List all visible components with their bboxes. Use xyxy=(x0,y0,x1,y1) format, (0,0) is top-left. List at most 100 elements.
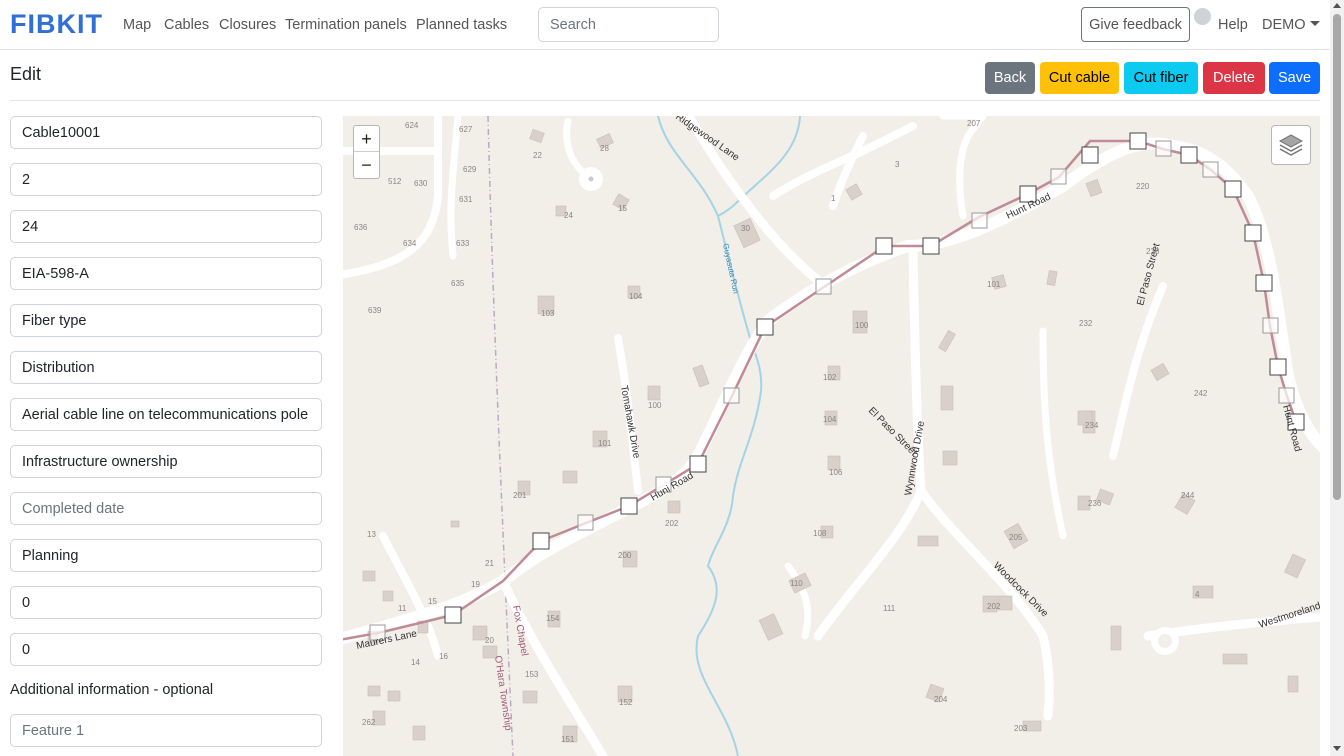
svg-text:28: 28 xyxy=(600,144,609,153)
numeric-field-2[interactable] xyxy=(10,633,322,666)
svg-text:20: 20 xyxy=(485,636,494,645)
svg-text:111: 111 xyxy=(883,604,896,613)
cable-name-field[interactable] xyxy=(10,116,322,149)
cable-category-field[interactable] xyxy=(10,351,322,384)
svg-text:19: 19 xyxy=(471,580,480,589)
svg-text:262: 262 xyxy=(362,718,376,727)
svg-text:232: 232 xyxy=(1079,319,1093,328)
svg-text:100: 100 xyxy=(855,321,869,330)
nav-link-map[interactable]: Map xyxy=(123,17,151,33)
svg-text:201: 201 xyxy=(513,491,527,500)
scroll-down-arrow-icon[interactable] xyxy=(1333,746,1341,751)
avatar[interactable] xyxy=(1194,8,1211,25)
cable-vertex-handles[interactable] xyxy=(444,132,1305,624)
cable-midpoint-handles[interactable] xyxy=(369,140,1295,641)
nav-link-cables[interactable]: Cables xyxy=(164,17,209,33)
svg-text:207: 207 xyxy=(967,119,981,128)
give-feedback-button[interactable]: Give feedback xyxy=(1081,7,1190,42)
svg-text:15: 15 xyxy=(428,597,437,606)
layers-icon xyxy=(1278,134,1304,156)
svg-text:236: 236 xyxy=(1088,499,1102,508)
ownership-field[interactable] xyxy=(10,445,322,478)
svg-text:21: 21 xyxy=(485,559,494,568)
water-label-guyasuta-run: Guyasuta Run xyxy=(721,243,740,295)
svg-text:16: 16 xyxy=(439,652,448,661)
svg-text:154: 154 xyxy=(546,614,560,623)
back-button[interactable]: Back xyxy=(985,62,1035,94)
svg-text:4: 4 xyxy=(1195,590,1200,599)
svg-text:242: 242 xyxy=(1194,389,1208,398)
svg-text:101: 101 xyxy=(598,439,612,448)
field-2[interactable] xyxy=(10,163,322,196)
nav-link-termination-panels[interactable]: Termination panels xyxy=(285,17,407,33)
svg-text:202: 202 xyxy=(665,519,679,528)
color-standard-field[interactable] xyxy=(10,257,322,290)
feature-1-field[interactable] xyxy=(10,714,322,747)
save-button[interactable]: Save xyxy=(1269,62,1320,94)
additional-info-label: Additional information - optional xyxy=(10,682,214,698)
installation-type-field[interactable] xyxy=(10,398,322,431)
road-network xyxy=(343,116,1320,756)
cut-cable-button[interactable]: Cut cable xyxy=(1040,62,1119,94)
svg-text:234: 234 xyxy=(1085,421,1099,430)
svg-text:11: 11 xyxy=(398,604,407,613)
map-view[interactable]: Hunt Road Huni Road Tomahawk Drive El Pa… xyxy=(343,116,1320,756)
map-canvas[interactable]: Hunt Road Huni Road Tomahawk Drive El Pa… xyxy=(343,116,1320,756)
svg-text:204: 204 xyxy=(934,695,948,704)
status-field[interactable] xyxy=(10,539,322,572)
caret-down-icon xyxy=(1309,21,1320,26)
brand-logo[interactable]: FIBKIT xyxy=(10,9,103,40)
fiber-type-field[interactable] xyxy=(10,304,322,337)
svg-text:631: 631 xyxy=(459,195,473,204)
svg-text:30: 30 xyxy=(741,224,750,233)
delete-button[interactable]: Delete xyxy=(1203,62,1265,94)
svg-text:153: 153 xyxy=(525,670,539,679)
svg-text:624: 624 xyxy=(405,121,419,130)
svg-text:203: 203 xyxy=(1014,724,1028,733)
page-scrollbar[interactable] xyxy=(1330,0,1344,756)
svg-text:1: 1 xyxy=(831,194,836,203)
svg-text:627: 627 xyxy=(459,125,473,134)
top-navbar: FIBKIT Map Cables Closures Termination p… xyxy=(0,0,1330,50)
svg-text:205: 205 xyxy=(1009,533,1023,542)
svg-text:230: 230 xyxy=(1146,247,1160,256)
page-title: Edit xyxy=(10,64,42,84)
cul-de-sac-island xyxy=(1158,634,1172,648)
svg-text:151: 151 xyxy=(561,735,575,744)
layers-button[interactable] xyxy=(1271,125,1311,165)
fiber-count-field[interactable] xyxy=(10,210,322,243)
scroll-up-arrow-icon[interactable] xyxy=(1333,3,1341,8)
svg-text:106: 106 xyxy=(829,468,843,477)
cul-de-sac-center xyxy=(588,176,594,182)
svg-text:200: 200 xyxy=(618,551,632,560)
user-menu[interactable]: DEMO xyxy=(1262,17,1320,33)
zoom-out-button[interactable]: − xyxy=(354,152,379,178)
svg-text:13: 13 xyxy=(367,530,376,539)
help-link[interactable]: Help xyxy=(1218,17,1248,33)
nav-link-closures[interactable]: Closures xyxy=(219,17,276,33)
scrollbar-thumb[interactable] xyxy=(1333,14,1341,500)
svg-text:202: 202 xyxy=(987,602,1001,611)
search-input[interactable] xyxy=(538,7,719,42)
svg-text:100: 100 xyxy=(648,401,662,410)
completed-date-field[interactable] xyxy=(10,492,322,525)
cut-fiber-button[interactable]: Cut fiber xyxy=(1124,62,1198,94)
svg-text:24: 24 xyxy=(564,211,573,220)
svg-text:108: 108 xyxy=(813,529,827,538)
svg-text:630: 630 xyxy=(414,179,428,188)
svg-text:22: 22 xyxy=(533,151,542,160)
svg-text:220: 220 xyxy=(1136,182,1150,191)
zoom-in-button[interactable]: + xyxy=(354,126,379,152)
svg-text:512: 512 xyxy=(388,177,402,186)
svg-text:634: 634 xyxy=(403,239,417,248)
street-label-tomahawk-drive: Tomahawk Drive xyxy=(618,385,642,460)
svg-text:14: 14 xyxy=(411,658,420,667)
svg-text:152: 152 xyxy=(619,698,633,707)
house-number-labels: 624 627 629 631 633 634 635 636 639 630 … xyxy=(354,119,1208,744)
svg-text:103: 103 xyxy=(541,309,555,318)
header-divider xyxy=(10,100,1320,101)
numeric-field-1[interactable] xyxy=(10,586,322,619)
nav-link-planned-tasks[interactable]: Planned tasks xyxy=(416,17,507,33)
street-label-westmoreland: Westmoreland Fa xyxy=(1258,596,1320,631)
svg-text:104: 104 xyxy=(823,415,837,424)
